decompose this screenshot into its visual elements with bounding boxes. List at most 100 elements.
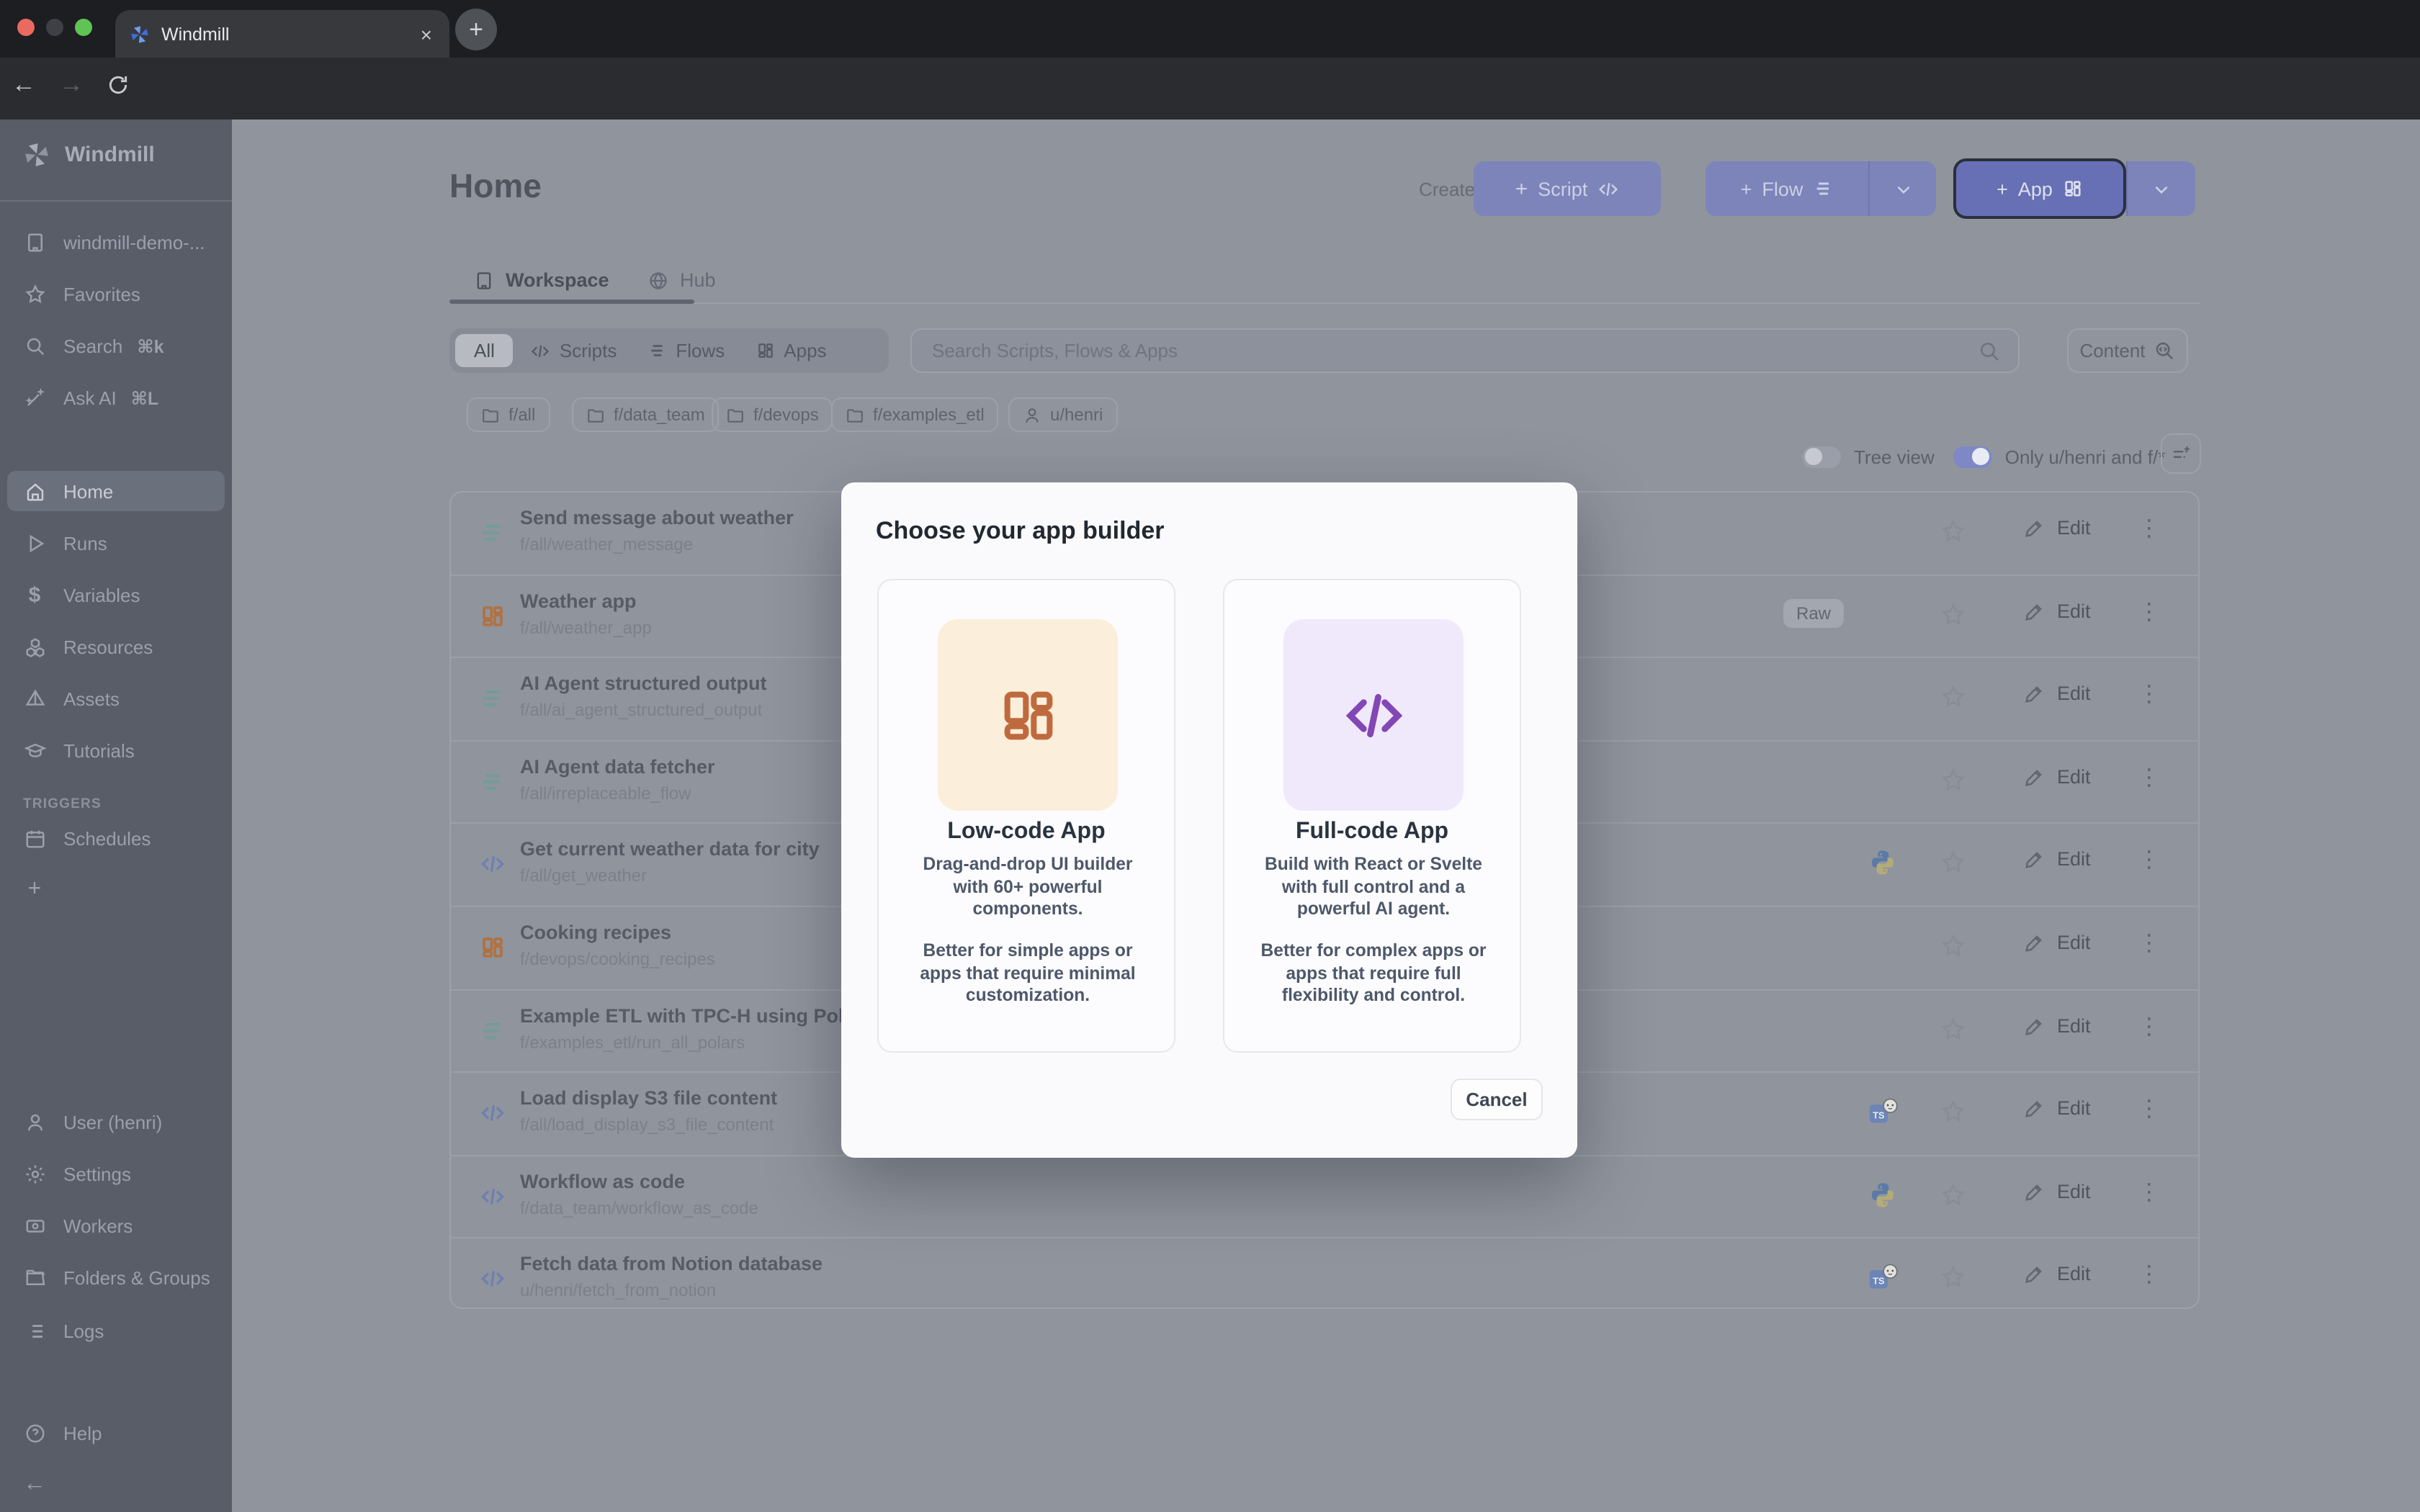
full-code-app-card[interactable]: Full-code App Build with React or Svelte…: [1223, 579, 1521, 1053]
sidebar-item-user[interactable]: User (henri): [0, 1102, 232, 1142]
tab-title: Windmill: [161, 24, 418, 44]
favorite-star-icon[interactable]: [1940, 518, 1966, 544]
sidebar-item-runs[interactable]: Runs: [0, 523, 232, 563]
edit-button[interactable]: Edit: [2024, 1181, 2091, 1202]
dollar-icon: $: [23, 582, 46, 607]
tab-hub[interactable]: Hub: [648, 269, 716, 291]
filter-scripts[interactable]: Scripts: [516, 334, 631, 367]
sidebar-item-resources[interactable]: Resources: [0, 626, 232, 667]
back-icon[interactable]: ←: [12, 71, 36, 99]
folder-chip-u-henri[interactable]: u/henri: [1008, 397, 1117, 432]
create-app-button[interactable]: + App: [1956, 161, 2123, 216]
code-icon: [1342, 683, 1405, 747]
minimize-window-button[interactable]: [46, 19, 63, 36]
brand-name: Windmill: [65, 143, 155, 167]
search-input[interactable]: [929, 338, 1978, 363]
create-script-button[interactable]: + Script: [1474, 161, 1661, 216]
create-flow-dropdown-button[interactable]: [1868, 161, 1936, 216]
row-menu-icon[interactable]: ⋮: [2138, 1178, 2161, 1207]
list-item[interactable]: Fetch data from Notion database u/henri/…: [451, 1238, 2198, 1309]
favorite-star-icon[interactable]: [1940, 601, 1966, 627]
edit-button[interactable]: Edit: [2024, 683, 2091, 704]
app-page: Windmill windmill-demo-... Favorites Sea…: [0, 120, 2420, 1512]
edit-button[interactable]: Edit: [2024, 600, 2091, 621]
close-window-button[interactable]: [17, 19, 35, 36]
folder-chip-f-data-team[interactable]: f/data_team: [572, 397, 720, 432]
edit-button[interactable]: Edit: [2024, 766, 2091, 788]
edit-button[interactable]: Edit: [2024, 1014, 2091, 1036]
sidebar-item-label: Runs: [63, 532, 107, 554]
row-menu-icon[interactable]: ⋮: [2138, 846, 2161, 875]
sidebar-item-tutorials[interactable]: Tutorials: [0, 730, 232, 770]
edit-button[interactable]: Edit: [2024, 1097, 2091, 1119]
filter-apps[interactable]: Apps: [742, 334, 841, 367]
favorite-star-icon[interactable]: [1940, 1265, 1966, 1291]
tab-workspace[interactable]: Workspace: [474, 269, 609, 291]
sidebar-item-variables[interactable]: $ Variables: [0, 575, 232, 615]
sidebar-add-trigger-button[interactable]: +: [0, 870, 232, 910]
content-search-button[interactable]: Content: [2067, 328, 2188, 373]
tab-close-icon[interactable]: ×: [418, 24, 435, 44]
folder-chip-f-examples-etl[interactable]: f/examples_etl: [831, 397, 999, 432]
edit-button[interactable]: Edit: [2024, 517, 2091, 539]
workers-icon: [23, 1215, 46, 1236]
filter-all[interactable]: All: [455, 334, 514, 367]
sidebar-item-ask-ai[interactable]: Ask AI ⌘L: [0, 377, 232, 418]
fullscreen-window-button[interactable]: [75, 19, 92, 36]
row-menu-icon[interactable]: ⋮: [2138, 1261, 2161, 1290]
reload-icon[interactable]: [107, 73, 130, 96]
filter-flows[interactable]: Flows: [634, 334, 739, 367]
row-menu-icon[interactable]: ⋮: [2138, 680, 2161, 708]
tree-view-toggle[interactable]: [1802, 446, 1841, 467]
edit-button[interactable]: Edit: [2024, 1264, 2091, 1285]
favorite-star-icon[interactable]: [1940, 1182, 1966, 1208]
sidebar-item-folders-groups[interactable]: Folders & Groups: [0, 1257, 232, 1297]
sidebar-item-search[interactable]: Search ⌘k: [0, 325, 232, 366]
browser-tab[interactable]: Windmill ×: [115, 10, 449, 58]
sidebar-item-settings[interactable]: Settings: [0, 1153, 232, 1194]
page-title: Home: [449, 167, 542, 206]
sidebar-item-home[interactable]: Home: [7, 471, 225, 511]
new-tab-button[interactable]: +: [455, 9, 497, 50]
sidebar-item-schedules[interactable]: Schedules: [0, 818, 232, 858]
row-menu-icon[interactable]: ⋮: [2138, 763, 2161, 792]
low-code-app-card[interactable]: Low-code App Drag-and-drop UI builder wi…: [877, 579, 1175, 1053]
favorite-star-icon[interactable]: [1940, 933, 1966, 959]
python-icon: [1868, 849, 1900, 881]
row-menu-icon[interactable]: ⋮: [2138, 597, 2161, 626]
favorite-star-icon[interactable]: [1940, 850, 1966, 876]
row-menu-icon[interactable]: ⋮: [2138, 514, 2161, 543]
edit-button[interactable]: Edit: [2024, 849, 2091, 870]
list-item[interactable]: Workflow as code f/data_team/workflow_as…: [451, 1155, 2198, 1238]
sidebar-item-logs[interactable]: Logs: [0, 1310, 232, 1351]
favorite-star-icon[interactable]: [1940, 684, 1966, 710]
sidebar-item-workers[interactable]: Workers: [0, 1205, 232, 1246]
row-menu-icon[interactable]: ⋮: [2138, 1094, 2161, 1123]
list-settings-button[interactable]: [2161, 433, 2201, 474]
create-app-dropdown-button[interactable]: [2126, 161, 2195, 216]
folder-chip-f-devops[interactable]: f/devops: [712, 397, 833, 432]
flow-icon: [480, 1017, 506, 1043]
window-controls: [17, 19, 92, 36]
folder-chip-f-all[interactable]: f/all: [467, 397, 550, 432]
favorite-star-icon[interactable]: [1940, 768, 1966, 793]
cancel-button[interactable]: Cancel: [1451, 1079, 1543, 1120]
sidebar-item-help[interactable]: Help: [0, 1413, 232, 1453]
only-filter-toggle[interactable]: [1953, 446, 1992, 467]
code-icon: [531, 341, 551, 361]
chevron-down-icon: [2152, 179, 2171, 198]
forward-icon[interactable]: →: [59, 71, 84, 99]
row-menu-icon[interactable]: ⋮: [2138, 1012, 2161, 1040]
edit-button[interactable]: Edit: [2024, 932, 2091, 953]
favorite-star-icon[interactable]: [1940, 1016, 1966, 1042]
favorite-star-icon[interactable]: [1940, 1099, 1966, 1125]
sidebar-collapse-button[interactable]: ←: [0, 1464, 232, 1505]
sidebar-item-favorites[interactable]: Favorites: [0, 274, 232, 314]
plus-icon: +: [1515, 176, 1528, 201]
browser-tab-bar: Windmill × +: [0, 0, 2420, 58]
sidebar-item-workspace[interactable]: windmill-demo-...: [0, 222, 232, 262]
sidebar-item-assets[interactable]: Assets: [0, 678, 232, 719]
row-menu-icon[interactable]: ⋮: [2138, 929, 2161, 958]
code-icon: [1597, 178, 1619, 199]
create-flow-button[interactable]: + Flow: [1706, 161, 1868, 216]
